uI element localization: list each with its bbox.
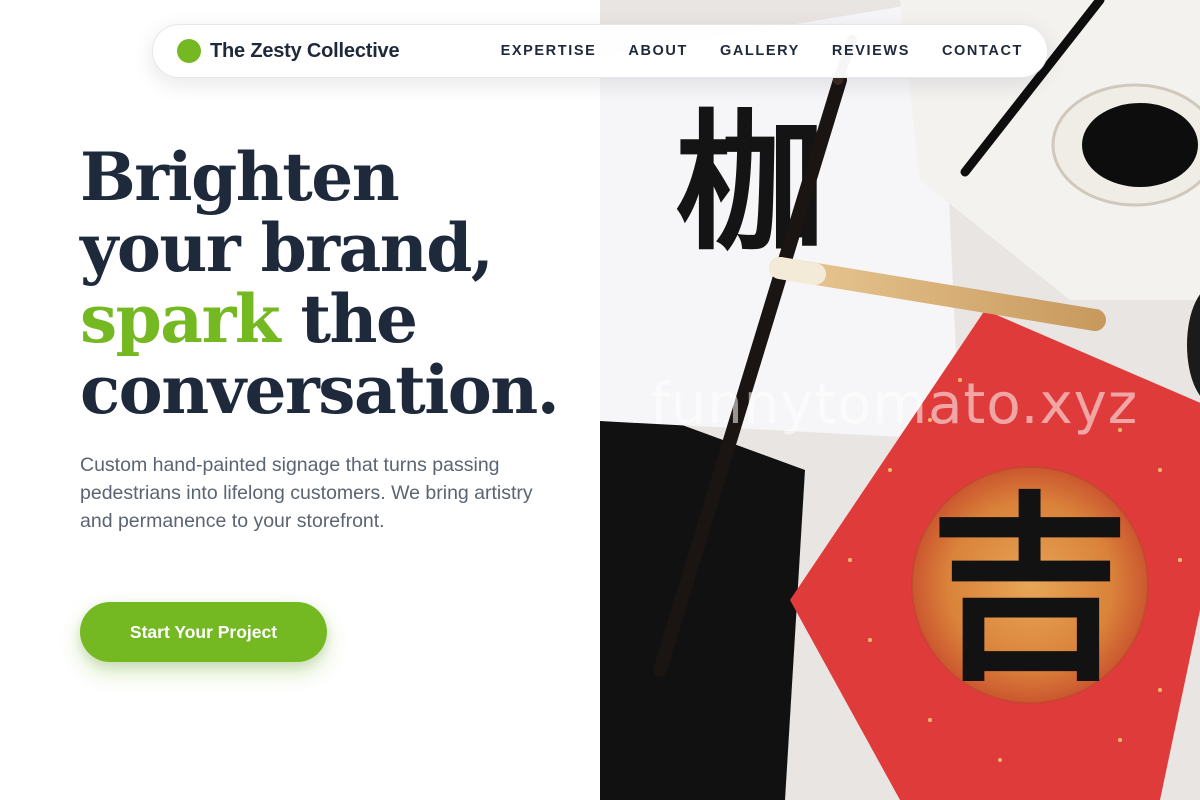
nav-link-reviews[interactable]: REVIEWS: [832, 43, 910, 59]
nav-link-gallery[interactable]: GALLERY: [720, 43, 800, 59]
watermark-text: funnytomato.xyz: [650, 372, 1139, 437]
headline-accent-word: spark: [80, 280, 281, 358]
brand-name: The Zesty Collective: [210, 39, 400, 62]
top-navigation: The Zesty Collective EXPERTISE ABOUT GAL…: [152, 24, 1048, 78]
nav-menu: EXPERTISE ABOUT GALLERY REVIEWS CONTACT: [501, 43, 1023, 59]
hero-headline: Brighten your brand, spark the conversat…: [80, 142, 580, 426]
brand-dot-icon: [177, 39, 201, 63]
glyph-main: 吉: [930, 475, 1130, 708]
headline-line-3-rest: the: [279, 280, 418, 358]
brand-logo[interactable]: The Zesty Collective: [177, 39, 400, 63]
headline-line-2: your brand,: [80, 209, 494, 287]
nav-link-contact[interactable]: CONTACT: [942, 43, 1023, 59]
hero-description: Custom hand-painted signage that turns p…: [80, 454, 533, 532]
headline-line-3: spark the: [80, 284, 580, 355]
headline-line-4: conversation.: [80, 351, 560, 429]
headline-line-1: Brighten: [80, 138, 400, 216]
start-project-button[interactable]: Start Your Project: [80, 602, 327, 662]
nav-link-about[interactable]: ABOUT: [628, 43, 688, 59]
nav-link-expertise[interactable]: EXPERTISE: [501, 43, 597, 59]
